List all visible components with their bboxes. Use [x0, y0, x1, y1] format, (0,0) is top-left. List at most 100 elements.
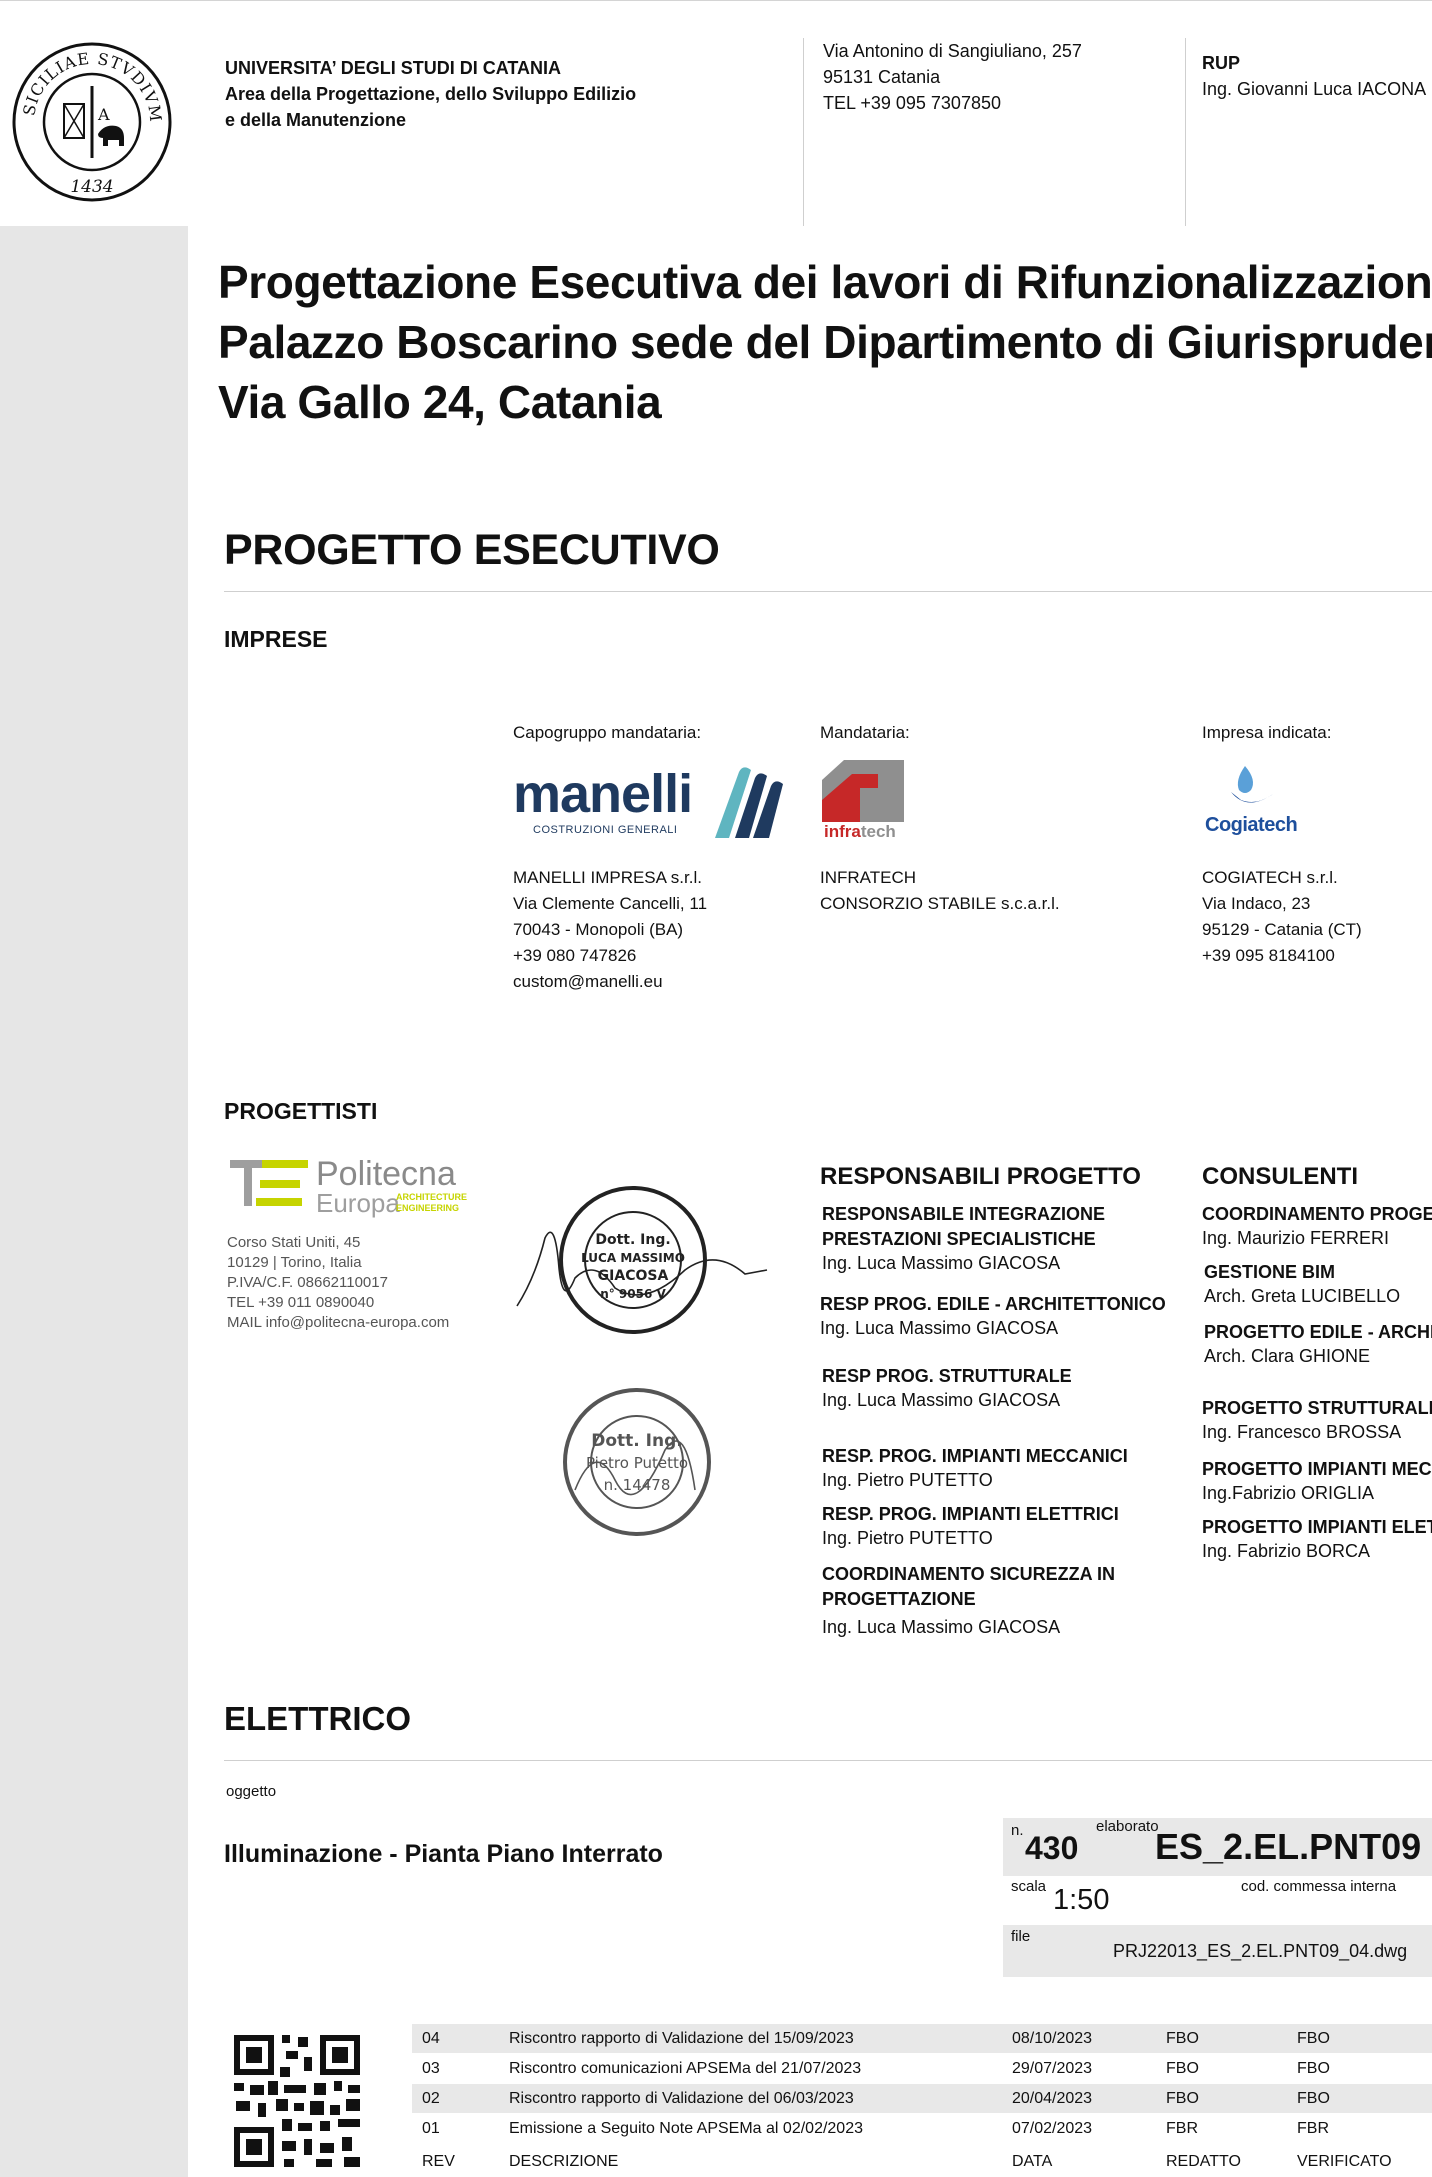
politecna-info-line: MAIL info@politecna-europa.com	[227, 1314, 450, 1331]
politecna-logo-tagline: ARCHITECTURE ENGINEERING	[396, 1192, 467, 1213]
politecna-logo-text: Politecna	[316, 1155, 456, 1193]
stamp-putetto: Dott. Ing. Pietro Putetto n. 14478	[545, 1380, 735, 1550]
file-value: PRJ22013_ES_2.EL.PNT09_04.dwg	[1113, 1941, 1408, 1961]
n-label: n.	[1011, 1822, 1024, 1839]
manelli-logo: manelli COSTRUZIONI GENERALI	[513, 762, 793, 842]
consulente-role: PROGETTO IMPIANTI MECC	[1202, 1459, 1432, 1479]
consulenti-heading: CONSULENTI	[1202, 1163, 1358, 1190]
institution-address: Via Antonino di Sangiuliano, 257 95131 C…	[823, 38, 1082, 116]
rev-redatto: FBO	[1166, 2060, 1199, 2077]
rev-number: 02	[422, 2090, 440, 2107]
responsabile-role: PRESTAZIONI SPECIALISTICHE	[822, 1229, 1096, 1249]
firm-3-line: 95129 - Catania (CT)	[1202, 920, 1362, 939]
politecna-logo: Politecna Europa ARCHITECTURE ENGINEERIN…	[230, 1156, 490, 1216]
firm-3-info: COGIATECH s.r.l. Via Indaco, 23 95129 - …	[1202, 865, 1362, 969]
politecna-info-line: P.IVA/C.F. 08662110017	[227, 1274, 388, 1291]
title-line-3: Via Gallo 24, Catania	[218, 376, 662, 428]
rev-description: Riscontro rapporto di Validazione del 06…	[509, 2090, 854, 2107]
consulente-entry: PROGETTO EDILE - ARCHIT Arch. Clara GHIO…	[1204, 1320, 1432, 1367]
consulente-entry: PROGETTO IMPIANTI MECC Ing.Fabrizio ORIG…	[1202, 1457, 1432, 1504]
responsabile-role: RESP. PROG. IMPIANTI MECCANICI	[822, 1446, 1128, 1466]
responsabile-role: PROGETTAZIONE	[822, 1589, 976, 1609]
elaborato-value: ES_2.EL.PNT09	[1155, 1826, 1422, 1867]
address-phone: TEL +39 095 7307850	[823, 93, 1001, 113]
rev-verificato: FBR	[1297, 2120, 1329, 2137]
firm-2-info: INFRATECH CONSORZIO STABILE s.c.a.r.l.	[820, 865, 1060, 917]
firm-1-line: 70043 - Monopoli (BA)	[513, 920, 684, 939]
rev-date: 20/04/2023	[1012, 2090, 1093, 2107]
responsabile-role: RESP PROG. EDILE - ARCHITETTONICO	[820, 1294, 1166, 1314]
rev-redatto: FBR	[1166, 2120, 1198, 2137]
rev-header-rev: REV	[422, 2153, 455, 2170]
consulente-entry: GESTIONE BIM Arch. Greta LUCIBELLO	[1204, 1260, 1400, 1307]
rev-verificato: FBO	[1297, 2090, 1330, 2107]
scala-value: 1:50	[1053, 1884, 1110, 1916]
consulente-entry: PROGETTO IMPIANTI ELETT Ing. Fabrizio BO…	[1202, 1515, 1432, 1562]
rev-date: 29/07/2023	[1012, 2060, 1093, 2077]
responsabile-role: RESPONSABILE INTEGRAZIONE	[822, 1204, 1106, 1224]
header-divider-1	[803, 38, 804, 226]
stamp-giacosa-seal: Dott. Ing. LUCA MASSIMO GIACOSA n° 9056 …	[516, 1186, 768, 1334]
firm-1-role: Capogruppo mandataria:	[513, 723, 702, 742]
rev-number: 03	[422, 2060, 440, 2077]
discipline-heading: ELETTRICO	[224, 1700, 411, 1737]
svg-text:GIACOSA: GIACOSA	[598, 1268, 669, 1284]
consulente-name: Arch. Greta LUCIBELLO	[1204, 1286, 1401, 1306]
firm-3-line: +39 095 8184100	[1202, 946, 1335, 965]
consulente-name: Ing. Fabrizio BORCA	[1202, 1541, 1371, 1561]
consulente-role: GESTIONE BIM	[1204, 1262, 1336, 1282]
cogiatech-drop-icon	[1231, 766, 1273, 803]
infratech-mark-icon	[822, 760, 904, 822]
scala-label: scala	[1011, 1878, 1047, 1895]
responsabile-entry: RESP PROG. EDILE - ARCHITETTONICO Ing. L…	[820, 1292, 1166, 1339]
rev-header-verificato: VERIFICATO	[1297, 2153, 1392, 2170]
rev-description: Riscontro rapporto di Validazione del 15…	[509, 2030, 854, 2047]
university-seal-logo: SICILIAE STVDIVM GENERALE 1434 A	[5, 27, 172, 202]
svg-text:SICILIAE STVDIVM GENERALE: SICILIAE STVDIVM GENERALE	[12, 42, 166, 124]
stamp-putetto-seal: Dott. Ing. Pietro Putetto n. 14478	[563, 1388, 711, 1536]
cogiatech-logo: Cogiatech	[1205, 766, 1305, 846]
manelli-logo-text: manelli	[513, 764, 693, 824]
firm-1-info: MANELLI IMPRESA s.r.l. Via Clemente Canc…	[513, 865, 707, 995]
oggetto-value: Illuminazione - Pianta Piano Interrato	[224, 1840, 663, 1868]
consulente-name: Arch. Clara GHIONE	[1204, 1346, 1371, 1366]
responsabile-name: Ing. Pietro PUTETTO	[822, 1528, 993, 1548]
rup-block: RUP Ing. Giovanni Luca IACONA	[1202, 50, 1426, 102]
title-line-1: Progettazione Esecutiva dei lavori di Ri…	[218, 256, 1432, 308]
revision-row: 04 Riscontro rapporto di Validazione del…	[412, 2024, 1432, 2053]
institution-area: Area della Progettazione, dello Sviluppo…	[225, 84, 637, 104]
firm-3-line: COGIATECH s.r.l.	[1202, 868, 1338, 887]
politecna-info-line: Corso Stati Uniti, 45	[227, 1234, 361, 1251]
seal-year: 1434	[70, 177, 113, 197]
elaborato-box: n. 430 elaborato ES_2.EL.PNT09	[1003, 1818, 1432, 1876]
qr-code	[224, 2023, 374, 2177]
progettisti-heading: PROGETTISTI	[224, 1098, 378, 1124]
responsabile-role: COORDINAMENTO SICUREZZA IN	[822, 1564, 1116, 1584]
responsabile-name: Ing. Pietro PUTETTO	[822, 1470, 993, 1490]
oggetto-label: oggetto	[226, 1783, 277, 1800]
rev-redatto: FBO	[1166, 2030, 1199, 2047]
project-title: Progettazione Esecutiva dei lavori di Ri…	[218, 252, 1432, 432]
file-box: file PRJ22013_ES_2.EL.PNT09_04.dwg	[1003, 1925, 1432, 1977]
firm-2-line: CONSORZIO STABILE s.c.a.r.l.	[820, 894, 1060, 913]
stamp-giacosa: Dott. Ing. LUCA MASSIMO GIACOSA n° 9056 …	[515, 1178, 775, 1348]
firm-3-line: Via Indaco, 23	[1202, 894, 1311, 913]
left-gray-band	[0, 226, 188, 2177]
consulente-role: PROGETTO IMPIANTI ELETT	[1202, 1517, 1432, 1537]
politecna-info: Corso Stati Uniti, 45 10129 | Torino, It…	[227, 1233, 449, 1333]
responsabili-heading: RESPONSABILI PROGETTO	[820, 1163, 1141, 1190]
consulente-name: Ing. Maurizio FERRERI	[1202, 1228, 1390, 1248]
consulente-entry: PROGETTO STRUTTURALE Ing. Francesco BROS…	[1202, 1396, 1432, 1443]
rev-date: 07/02/2023	[1012, 2120, 1093, 2137]
firm-1-email: custom@manelli.eu	[513, 972, 663, 991]
responsabile-name: Ing. Luca Massimo GIACOSA	[822, 1390, 1061, 1410]
rev-number: 04	[422, 2030, 440, 2047]
discipline-rule	[224, 1760, 1432, 1761]
revision-row: 01 Emissione a Seguito Note APSEMa al 02…	[412, 2114, 1432, 2143]
svg-text:A: A	[97, 105, 110, 124]
address-city: 95131 Catania	[823, 67, 941, 87]
institution-area-2: e della Manutenzione	[225, 110, 407, 130]
responsabile-name: Ing. Luca Massimo GIACOSA	[822, 1253, 1061, 1273]
revision-header-row: REV DESCRIZIONE DATA REDATTO VERIFICATO	[412, 2147, 1432, 2176]
institution-block: UNIVERSITA’ DEGLI STUDI DI CATANIA Area …	[225, 55, 636, 133]
